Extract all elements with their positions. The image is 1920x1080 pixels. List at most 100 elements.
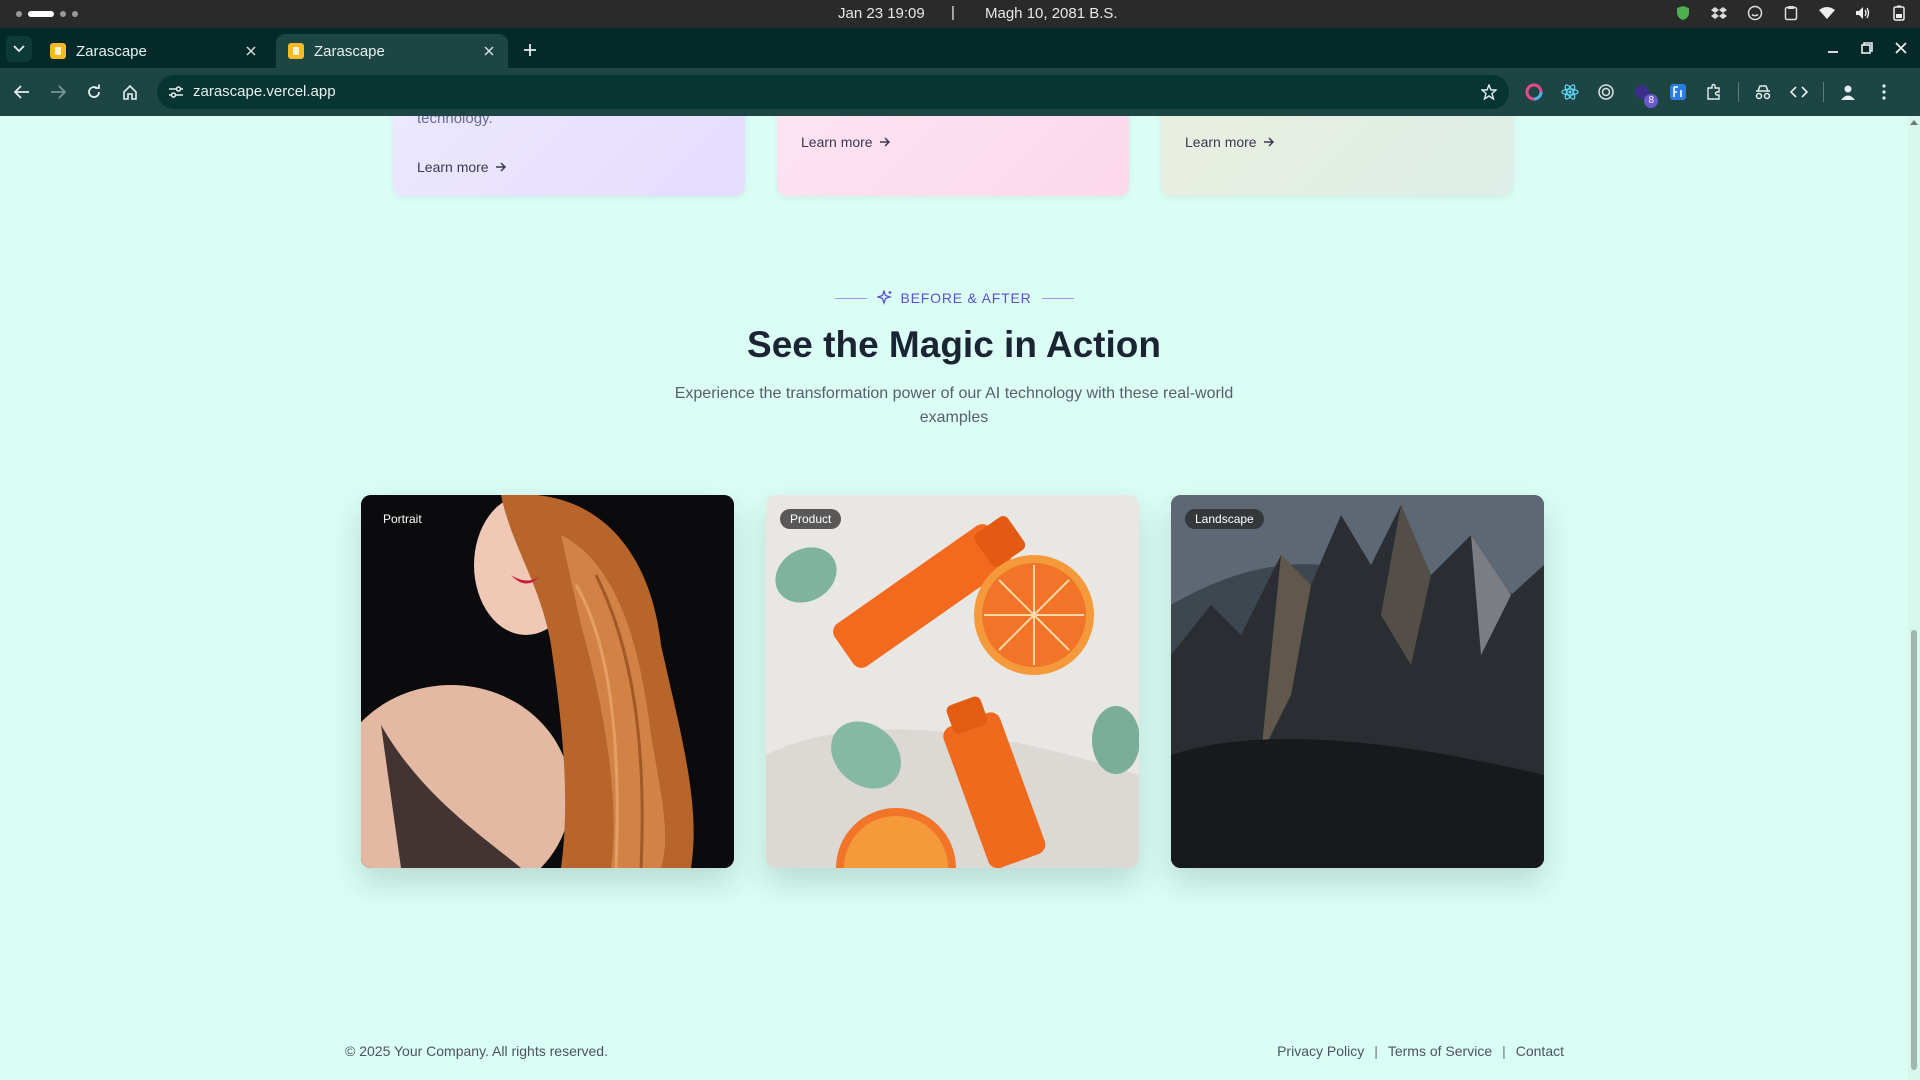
kebab-menu-icon[interactable] [1872, 80, 1896, 104]
forward-button[interactable] [46, 80, 70, 104]
emoji-icon[interactable] [1746, 4, 1764, 22]
learn-more-link[interactable]: Learn more [417, 159, 507, 175]
close-tab-button[interactable] [240, 40, 262, 62]
toolbar-divider [1738, 82, 1739, 102]
badge-extension-icon[interactable]: 8 [1630, 80, 1658, 108]
learn-more-link[interactable]: Learn more [1185, 134, 1275, 150]
arrow-left-icon [14, 85, 29, 99]
privacy-policy-link[interactable]: Privacy Policy [1277, 1043, 1364, 1059]
eyebrow-line [1041, 297, 1074, 299]
back-button[interactable] [10, 80, 34, 104]
minimize-icon [1828, 51, 1838, 53]
arrow-right-icon [879, 137, 890, 147]
footer-links: Privacy Policy | Terms of Service | Cont… [1277, 1043, 1564, 1059]
battery-icon[interactable] [1890, 4, 1908, 22]
site-favicon-icon [50, 43, 66, 59]
profile-avatar-icon[interactable] [1836, 80, 1860, 104]
site-favicon-icon [288, 43, 304, 59]
system-clock[interactable]: Jan 23 19:09 [838, 5, 925, 22]
workspace-dot-active[interactable] [28, 11, 54, 17]
page-scrollbar[interactable] [1908, 116, 1920, 1080]
section-subtitle: Experience the transformation power of o… [674, 385, 1234, 426]
browser-toolbar: zarascape.vercel.app 8 [0, 68, 1920, 116]
devtools-code-icon[interactable] [1787, 80, 1811, 104]
eyebrow-label: BEFORE & AFTER [900, 290, 1032, 306]
bookmark-star-button[interactable] [1479, 82, 1499, 102]
feature-card-description: technology. [417, 116, 493, 127]
close-window-button[interactable] [1888, 36, 1914, 60]
plus-icon [524, 44, 536, 56]
learn-more-link[interactable]: Learn more [801, 134, 891, 150]
arrow-right-icon [51, 85, 66, 99]
example-card-portrait[interactable]: Portrait [361, 495, 734, 868]
learn-more-label: Learn more [1185, 134, 1257, 150]
color-picker-extension-icon[interactable] [1522, 80, 1546, 104]
system-tray [1674, 4, 1908, 22]
learn-more-label: Learn more [801, 134, 873, 150]
chevron-down-icon [13, 45, 25, 53]
workspace-dot[interactable] [16, 11, 22, 17]
category-badge: Landscape [1185, 509, 1264, 529]
tab-title: Zarascape [314, 42, 385, 60]
scroll-up-arrow-icon[interactable] [1910, 120, 1918, 125]
workspace-dot[interactable] [60, 11, 66, 17]
category-badge: Portrait [383, 512, 422, 526]
browser-tab-active[interactable]: Zarascape [276, 34, 508, 68]
fi-extension-icon[interactable] [1666, 80, 1690, 104]
feature-card: technology. Learn more [393, 116, 745, 196]
nepali-date[interactable]: Magh 10, 2081 B.S. [985, 5, 1118, 22]
extension-badge-count: 8 [1644, 94, 1658, 108]
close-icon [1895, 42, 1907, 54]
category-badge: Product [780, 509, 842, 529]
feature-card: Learn more [1161, 116, 1513, 196]
os-top-bar: Jan 23 19:09 | Magh 10, 2081 B.S. [0, 0, 1920, 28]
scrollbar-thumb[interactable] [1911, 630, 1917, 1070]
restore-icon [1861, 42, 1873, 54]
footer-separator: | [1502, 1043, 1506, 1059]
arrow-right-icon [1263, 137, 1274, 147]
window-controls [1820, 36, 1914, 60]
close-icon [484, 46, 494, 56]
wifi-icon[interactable] [1818, 4, 1836, 22]
clock-separator: | [951, 4, 955, 21]
sparkles-icon [876, 290, 892, 306]
close-tab-button[interactable] [478, 40, 500, 62]
volume-icon[interactable] [1854, 4, 1872, 22]
browser-tab[interactable]: Zarascape [38, 34, 270, 68]
reload-button[interactable] [82, 80, 106, 104]
minimize-button[interactable] [1820, 36, 1846, 60]
clipboard-icon[interactable] [1782, 4, 1800, 22]
example-card-landscape[interactable]: Landscape [1171, 495, 1544, 868]
page-viewport: technology. Learn more Learn more Learn … [0, 116, 1908, 1080]
new-tab-button[interactable] [518, 38, 542, 62]
reload-icon [88, 84, 100, 98]
learn-more-label: Learn more [417, 159, 489, 175]
dropbox-icon[interactable] [1710, 4, 1728, 22]
shield-icon[interactable] [1674, 4, 1692, 22]
extensions-row: 8 [1522, 80, 1896, 108]
section-title: See the Magic in Action [747, 324, 1161, 365]
restore-button[interactable] [1854, 36, 1880, 60]
tab-search-button[interactable] [6, 36, 32, 62]
target-extension-icon[interactable] [1594, 80, 1618, 104]
workspace-dot[interactable] [72, 11, 78, 17]
browser-tab-strip: Zarascape Zarascape [0, 28, 1920, 68]
home-button[interactable] [118, 80, 142, 104]
site-settings-icon[interactable] [167, 83, 185, 101]
footer-copyright: © 2025 Your Company. All rights reserved… [345, 1043, 608, 1059]
section-eyebrow: BEFORE & AFTER [0, 290, 1908, 306]
incognito-icon[interactable] [1751, 80, 1775, 104]
star-icon [1481, 84, 1497, 100]
home-icon [123, 84, 137, 100]
react-devtools-icon[interactable] [1558, 80, 1582, 104]
landscape-image [1171, 495, 1544, 868]
puzzle-extensions-icon[interactable] [1702, 80, 1726, 104]
contact-link[interactable]: Contact [1516, 1043, 1564, 1059]
terms-of-service-link[interactable]: Terms of Service [1388, 1043, 1492, 1059]
portrait-image [361, 495, 734, 868]
workspace-indicator[interactable] [16, 11, 78, 17]
example-card-product[interactable]: Product [766, 495, 1139, 868]
address-bar[interactable]: zarascape.vercel.app [157, 75, 1509, 109]
footer-separator: | [1374, 1043, 1378, 1059]
url-text[interactable]: zarascape.vercel.app [193, 83, 336, 100]
